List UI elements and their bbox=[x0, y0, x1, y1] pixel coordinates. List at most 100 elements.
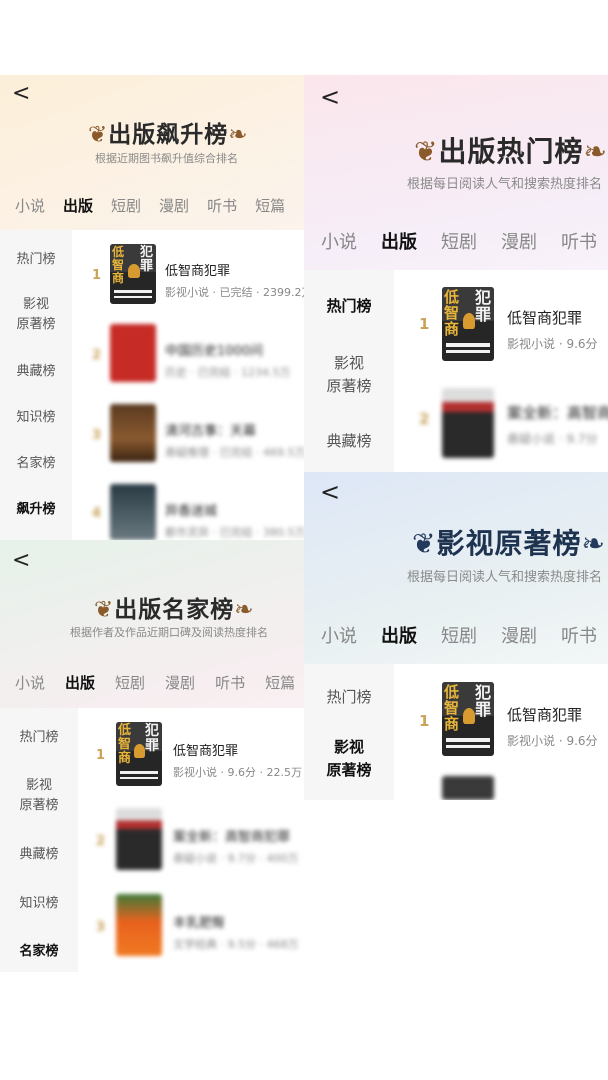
back-icon[interactable]: < bbox=[320, 480, 340, 504]
tab-novel[interactable]: 小说 bbox=[321, 228, 357, 254]
book-meta: 都市灵异 · 已完结 · 380.5万 bbox=[165, 526, 304, 539]
back-icon[interactable]: < bbox=[12, 83, 30, 105]
laurel-left-icon: ❦ bbox=[94, 597, 115, 623]
tab-short-drama[interactable]: 短剧 bbox=[111, 195, 141, 216]
laurel-right-icon: ❧ bbox=[234, 597, 255, 623]
category-tabs: 小说 出版 短剧 漫剧 听书 bbox=[321, 228, 597, 254]
tab-short-drama[interactable]: 短剧 bbox=[441, 622, 477, 648]
page-title: ❦出版热门榜❧ bbox=[414, 135, 608, 168]
sidebar-item-classic[interactable]: 典藏榜 bbox=[0, 845, 78, 865]
sidebar-item-adaptation[interactable]: 影视 原著榜 bbox=[304, 352, 394, 397]
collage: < ❦出版飙升榜❧ 根据近期图书飙升值综合排名 小说 出版 短剧 漫剧 听书 短… bbox=[0, 0, 608, 1080]
sidebar-item-famous[interactable]: 名家榜 bbox=[0, 454, 72, 474]
rank-sidebar: 热门榜 影视 原著榜 典藏榜 知识榜 名家榜 bbox=[0, 708, 78, 972]
panel-soaring-rank: < ❦出版飙升榜❧ 根据近期图书飙升值综合排名 小说 出版 短剧 漫剧 听书 短… bbox=[0, 75, 304, 540]
list-item[interactable]: 1 低智商 犯罪 低智商犯罪 影视小说 · 已完结 · 2399.2万 bbox=[72, 240, 304, 310]
tab-short-drama[interactable]: 短剧 bbox=[115, 672, 145, 693]
rank-sidebar: 热门榜 影视 原著榜 bbox=[304, 664, 394, 800]
rank-number: 2 bbox=[96, 834, 106, 849]
list-item[interactable]: 2 案全新：高智商犯罪 悬疑小说 · 9.7分 · 400万 bbox=[78, 806, 304, 884]
book-meta: 悬疑小说 · 9.7分 · 400万 bbox=[173, 852, 299, 865]
book-cover bbox=[116, 894, 162, 956]
sidebar-item-famous[interactable]: 名家榜 bbox=[0, 942, 78, 962]
category-tabs: 小说 出版 短剧 漫剧 听书 短篇 bbox=[15, 672, 295, 693]
tab-short-drama[interactable]: 短剧 bbox=[441, 228, 477, 254]
sidebar-item-hot[interactable]: 热门榜 bbox=[304, 686, 394, 709]
page-subtitle: 根据近期图书飙升值综合排名 bbox=[95, 152, 238, 165]
laurel-left-icon: ❦ bbox=[88, 122, 109, 148]
page-title: ❦影视原著榜❧ bbox=[412, 527, 606, 560]
tab-audiobook[interactable]: 听书 bbox=[207, 195, 237, 216]
sidebar-item-adaptation[interactable]: 影视 原著榜 bbox=[0, 295, 72, 334]
tab-novel[interactable]: 小说 bbox=[15, 195, 45, 216]
tab-short-story[interactable]: 短篇 bbox=[265, 672, 295, 693]
sidebar-item-classic[interactable]: 典藏榜 bbox=[304, 430, 394, 453]
list-item[interactable]: 3 清河古事：天幕 悬疑推理 · 已完结 · 469.5万 bbox=[72, 400, 304, 470]
tab-publish[interactable]: 出版 bbox=[65, 672, 95, 693]
list-item[interactable]: 2 案全新：高智商 悬疑小说 · 9.7分 bbox=[394, 380, 608, 460]
book-meta: 影视小说 · 已完结 · 2399.2万 bbox=[165, 286, 304, 299]
book-title: 异香迷城 bbox=[165, 504, 218, 519]
tab-novel[interactable]: 小说 bbox=[321, 622, 357, 648]
sidebar-item-hot[interactable]: 热门榜 bbox=[304, 295, 394, 318]
sidebar-item-hot[interactable]: 热门榜 bbox=[0, 250, 72, 270]
book-title: 低智商犯罪 bbox=[165, 264, 231, 279]
page-subtitle: 根据每日阅读人气和搜索热度排名 bbox=[407, 177, 603, 192]
book-cover bbox=[110, 484, 156, 540]
rank-sidebar: 热门榜 影视 原著榜 典藏榜 知识榜 名家榜 飙升榜 bbox=[0, 230, 72, 540]
book-cover bbox=[442, 776, 494, 800]
book-title: 丰乳肥臀 bbox=[173, 916, 226, 931]
tab-audiobook[interactable]: 听书 bbox=[561, 622, 597, 648]
laurel-right-icon: ❧ bbox=[583, 135, 608, 168]
book-meta: 悬疑推理 · 已完结 · 469.5万 bbox=[165, 446, 304, 459]
rank-number: 1 bbox=[92, 268, 102, 283]
tab-audiobook[interactable]: 听书 bbox=[561, 228, 597, 254]
page-title: ❦出版飙升榜❧ bbox=[88, 121, 249, 148]
sidebar-item-hot[interactable]: 热门榜 bbox=[0, 728, 78, 748]
book-title: 中国历史1000问 bbox=[165, 344, 264, 359]
sidebar-item-knowledge[interactable]: 知识榜 bbox=[0, 408, 72, 428]
sidebar-item-classic[interactable]: 典藏榜 bbox=[0, 362, 72, 382]
panel-hot-rank: < ❦出版热门榜❧ 根据每日阅读人气和搜索热度排名 小说 出版 短剧 漫剧 听书… bbox=[304, 75, 608, 475]
tab-short-story[interactable]: 短篇 bbox=[255, 195, 285, 216]
laurel-left-icon: ❦ bbox=[412, 527, 437, 560]
list-item[interactable]: 1 低智商 犯罪 低智商犯罪 影视小说 · 9.6分 bbox=[394, 682, 608, 762]
sidebar-item-soaring[interactable]: 飙升榜 bbox=[0, 500, 72, 520]
book-meta: 影视小说 · 9.6分 · 22.5万 bbox=[173, 766, 302, 779]
tab-comic-drama[interactable]: 漫剧 bbox=[159, 195, 189, 216]
list-item[interactable]: 2 中国历史1000问 历史 · 已完结 · 1234.5万 bbox=[72, 320, 304, 390]
book-list: 1 低智商 犯罪 低智商犯罪 影视小说 · 已完结 · 2399.2万 2 中国… bbox=[72, 230, 304, 540]
tab-comic-drama[interactable]: 漫剧 bbox=[501, 622, 537, 648]
book-cover: 低智商 犯罪 bbox=[442, 287, 494, 361]
tab-audiobook[interactable]: 听书 bbox=[215, 672, 245, 693]
sidebar-item-adaptation[interactable]: 影视 原著榜 bbox=[304, 736, 394, 781]
tab-comic-drama[interactable]: 漫剧 bbox=[165, 672, 195, 693]
tab-publish[interactable]: 出版 bbox=[63, 195, 93, 216]
list-item[interactable]: 1 低智商 犯罪 低智商犯罪 影视小说 · 9.6分 bbox=[394, 285, 608, 365]
back-icon[interactable]: < bbox=[320, 85, 340, 109]
sidebar-item-knowledge[interactable]: 知识榜 bbox=[0, 894, 78, 914]
category-tabs: 小说 出版 短剧 漫剧 听书 bbox=[321, 622, 597, 648]
tab-publish[interactable]: 出版 bbox=[381, 228, 417, 254]
book-cover bbox=[110, 324, 156, 382]
tab-comic-drama[interactable]: 漫剧 bbox=[501, 228, 537, 254]
list-item[interactable]: 1 低智商 犯罪 低智商犯罪 影视小说 · 9.6分 · 22.5万 bbox=[78, 720, 304, 798]
list-item[interactable]: 3 丰乳肥臀 文学经典 · 9.5分 · 468万 bbox=[78, 892, 304, 970]
laurel-right-icon: ❧ bbox=[581, 527, 606, 560]
book-list: 1 低智商 犯罪 低智商犯罪 影视小说 · 9.6分 bbox=[394, 664, 608, 800]
book-title: 低智商犯罪 bbox=[507, 309, 583, 327]
back-icon[interactable]: < bbox=[12, 550, 30, 572]
book-meta: 影视小说 · 9.6分 bbox=[507, 337, 598, 351]
rank-number: 3 bbox=[92, 428, 102, 443]
rank-sidebar: 热门榜 影视 原著榜 典藏榜 bbox=[304, 270, 394, 475]
tab-publish[interactable]: 出版 bbox=[381, 622, 417, 648]
book-cover: 低智商 犯罪 bbox=[442, 682, 494, 756]
tab-novel[interactable]: 小说 bbox=[15, 672, 45, 693]
list-item[interactable]: 4 异香迷城 都市灵异 · 已完结 · 380.5万 bbox=[72, 480, 304, 540]
book-list: 1 低智商 犯罪 低智商犯罪 影视小说 · 9.6分 · 22.5万 2 案全新… bbox=[78, 708, 304, 972]
category-tabs: 小说 出版 短剧 漫剧 听书 短篇 bbox=[15, 195, 285, 216]
book-meta: 影视小说 · 9.6分 bbox=[507, 734, 598, 748]
panel-famous-rank: < ❦出版名家榜❧ 根据作者及作品近期口碑及阅读热度排名 小说 出版 短剧 漫剧… bbox=[0, 540, 304, 972]
sidebar-item-adaptation[interactable]: 影视 原著榜 bbox=[0, 776, 78, 815]
laurel-right-icon: ❧ bbox=[228, 122, 249, 148]
